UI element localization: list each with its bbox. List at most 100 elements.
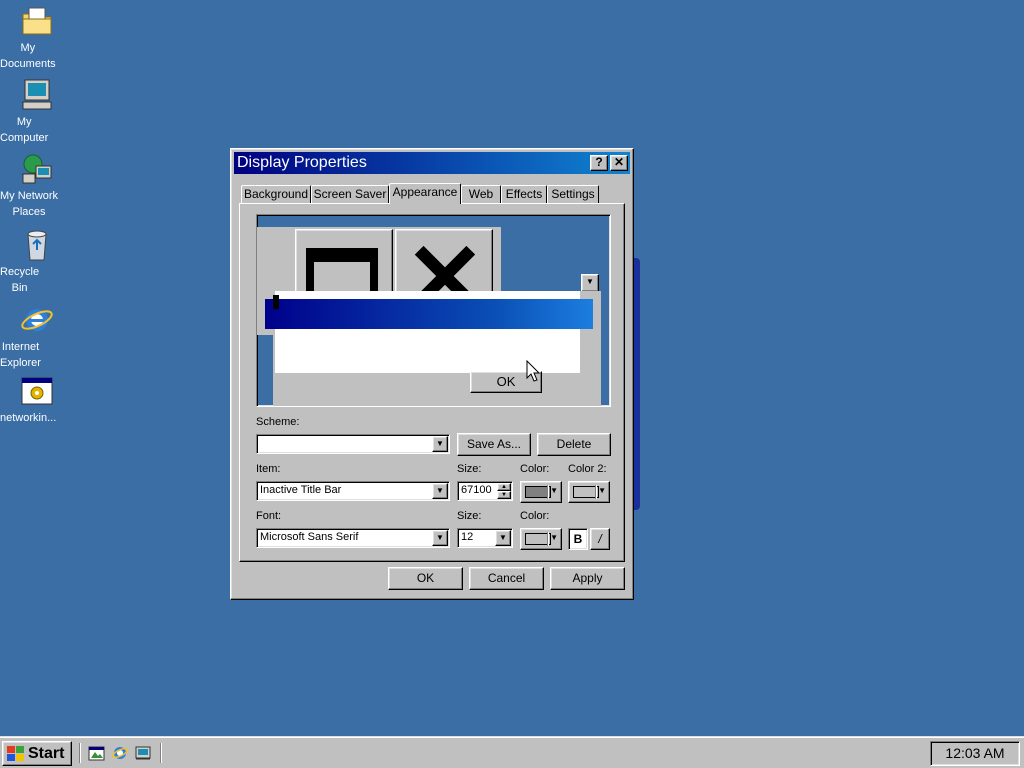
- item-label: Item:: [256, 463, 281, 475]
- network-places-icon: [22, 154, 52, 184]
- tab-background[interactable]: Background: [241, 185, 311, 203]
- delete-label: Delete: [556, 437, 592, 451]
- taskbar: Start 12:03 AM: [0, 736, 1024, 768]
- help-icon: ?: [595, 155, 603, 169]
- delete-button[interactable]: Delete: [537, 433, 611, 456]
- font-color-button[interactable]: ▼: [520, 528, 562, 550]
- item-color2-label: Color 2:: [568, 463, 607, 475]
- my-documents-icon: [22, 7, 52, 35]
- desktop-icon-my-documents[interactable]: My Documents: [0, 4, 74, 70]
- font-dropdown[interactable]: Microsoft Sans Serif ▼: [256, 528, 450, 548]
- scheme-label: Scheme:: [256, 416, 300, 428]
- tab-appearance[interactable]: Appearance: [389, 183, 461, 204]
- desktop-icon-label: networkin...: [0, 412, 57, 424]
- desktop-icon-recycle-bin[interactable]: Recycle Bin: [0, 228, 74, 294]
- save-as-button[interactable]: Save As...: [457, 433, 531, 456]
- item-size-label: Size:: [457, 463, 482, 475]
- bold-icon: B: [573, 532, 583, 546]
- chevron-down-icon: ▼: [550, 486, 558, 495]
- tab-screen-saver[interactable]: Screen Saver: [311, 185, 389, 203]
- taskbar-separator: [160, 743, 162, 763]
- apply-label: Apply: [572, 571, 603, 585]
- start-button[interactable]: Start: [2, 741, 72, 766]
- font-size-dropdown[interactable]: 12 ▼: [457, 528, 513, 548]
- spin-up-icon[interactable]: ▲: [497, 483, 511, 491]
- appearance-preview[interactable]: ✕ ▼: [256, 214, 611, 407]
- desktop-icon-my-network-places[interactable]: My Network Places: [0, 152, 74, 218]
- tab-web[interactable]: Web: [461, 185, 501, 203]
- start-label: Start: [28, 745, 65, 762]
- desktop-icon-label: My Documents: [0, 42, 56, 70]
- tab-label: Effects: [505, 187, 543, 201]
- italic-icon: /: [598, 532, 602, 546]
- tab-label: Screen Saver: [313, 187, 387, 201]
- background-window-edge: [634, 258, 640, 510]
- tab-label: Settings: [551, 187, 595, 201]
- close-button[interactable]: ✕: [610, 155, 628, 171]
- chevron-down-icon: ▼: [550, 533, 558, 542]
- chevron-down-icon: ▼: [598, 486, 606, 495]
- item-color-label: Color:: [520, 463, 550, 475]
- mouse-pointer-icon: [526, 360, 541, 382]
- windows-logo-icon: [7, 746, 24, 761]
- item-size-spinner[interactable]: 67100 ▲ ▼: [457, 481, 513, 501]
- ok-button[interactable]: OK: [388, 567, 463, 590]
- font-size-label: Size:: [457, 510, 482, 522]
- cancel-button[interactable]: Cancel: [469, 567, 544, 590]
- recycle-bin-icon: [27, 230, 47, 261]
- desktop-icon-internet-explorer[interactable]: Internet Explorer: [0, 303, 74, 369]
- item-size-value: 67100: [461, 484, 492, 496]
- close-icon: ✕: [613, 155, 625, 169]
- desktop-icon-my-computer[interactable]: My Computer: [0, 78, 74, 144]
- help-button[interactable]: ?: [590, 155, 608, 171]
- window-title: Display Properties: [237, 154, 367, 171]
- italic-toggle[interactable]: /: [590, 528, 610, 550]
- apply-button[interactable]: Apply: [550, 567, 625, 590]
- font-size-value: 12: [461, 531, 474, 543]
- tab-label: Background: [243, 187, 309, 201]
- preview-ok-label: OK: [496, 374, 516, 389]
- internet-explorer-icon: [21, 309, 53, 331]
- clock-text: 12:03 AM: [945, 745, 1005, 761]
- cancel-label: Cancel: [487, 571, 526, 585]
- font-color-label: Color:: [520, 510, 550, 522]
- title-bar[interactable]: Display Properties ? ✕: [234, 152, 630, 174]
- channels-icon[interactable]: [134, 744, 152, 762]
- tab-label: Appearance: [392, 185, 458, 199]
- desktop-icon-label: My Network Places: [0, 190, 59, 218]
- preview-edge-marker: [273, 295, 279, 309]
- appearance-panel: ✕ ▼ OK Scheme: ▼ Save As... Delete Item:: [239, 203, 625, 562]
- taskbar-separator: [79, 743, 81, 763]
- tab-label: Web: [468, 187, 494, 201]
- desktop-icon-label: Internet Explorer: [0, 341, 41, 369]
- tab-settings[interactable]: Settings: [547, 185, 599, 203]
- show-desktop-icon[interactable]: [88, 744, 106, 762]
- chevron-down-icon[interactable]: ▼: [495, 530, 511, 546]
- item-dropdown[interactable]: Inactive Title Bar ▼: [256, 481, 450, 501]
- spin-down-icon[interactable]: ▼: [497, 491, 511, 499]
- desktop-icon-label: Recycle Bin: [0, 266, 40, 294]
- divider: [595, 485, 596, 499]
- preview-scroll-down-arrow: ▼: [581, 274, 599, 292]
- chevron-down-icon[interactable]: ▼: [432, 483, 448, 499]
- item-color-button[interactable]: ▼: [520, 481, 562, 503]
- my-computer-icon: [22, 79, 52, 110]
- display-properties-window: Display Properties ? ✕ Background Screen…: [230, 148, 634, 600]
- scheme-dropdown[interactable]: ▼: [256, 434, 450, 454]
- preview-message-title-bar: [265, 299, 593, 329]
- desktop-icon-networking[interactable]: networkin...: [0, 374, 74, 424]
- tab-effects[interactable]: Effects: [501, 185, 547, 203]
- system-tray-clock[interactable]: 12:03 AM: [930, 741, 1020, 766]
- item-value: Inactive Title Bar: [260, 484, 342, 496]
- font-value: Microsoft Sans Serif: [260, 531, 359, 543]
- divider: [547, 532, 548, 546]
- chevron-down-icon[interactable]: ▼: [432, 436, 448, 452]
- bold-toggle[interactable]: B: [568, 528, 588, 550]
- font-label: Font:: [256, 510, 282, 522]
- save-as-label: Save As...: [466, 437, 522, 451]
- divider: [547, 485, 548, 499]
- spinner-buttons: ▲ ▼: [497, 483, 511, 499]
- internet-explorer-icon[interactable]: [111, 744, 129, 762]
- chevron-down-icon[interactable]: ▼: [432, 530, 448, 546]
- item-color2-button[interactable]: ▼: [568, 481, 610, 503]
